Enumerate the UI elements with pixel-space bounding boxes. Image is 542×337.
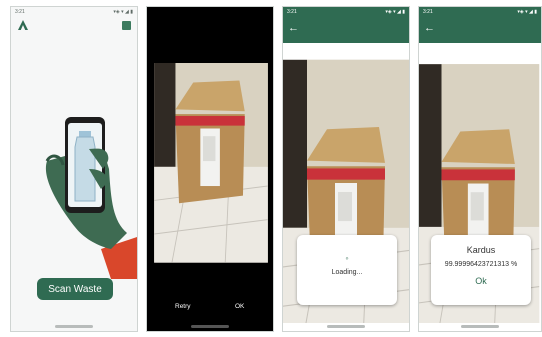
ok-button[interactable]: OK [235, 303, 244, 310]
status-bar: 3:21 ▾◈ ▾ ◢ ▮ [11, 7, 137, 17]
status-icons: ▾◈ ▾ ◢ ▮ [385, 9, 405, 15]
home-screen: 3:21 ▾◈ ▾ ◢ ▮ Scan Waste [10, 6, 138, 332]
status-bar: 3:21 ▾◈ ▾ ◢ ▮ [419, 7, 541, 17]
nav-bar [11, 321, 137, 331]
app-logo-icon [18, 20, 28, 30]
nav-bar [419, 321, 541, 331]
status-icons: ▾◈ ▾ ◢ ▮ [517, 9, 537, 15]
status-time: 3:21 [423, 9, 433, 15]
retry-button[interactable]: Retry [175, 303, 191, 310]
scan-waste-button[interactable]: Scan Waste [37, 278, 113, 300]
confidence-text: 99.99996423721313 % [444, 261, 518, 268]
status-time: 3:21 [287, 9, 297, 15]
nav-bar [283, 321, 409, 331]
status-time: 3:21 [15, 9, 25, 15]
loading-screen: 3:21 ▾◈ ▾ ◢ ▮ ← ◦ Loading... [282, 6, 410, 332]
back-arrow-icon[interactable]: ← [424, 22, 435, 34]
ok-button[interactable]: Ok [431, 276, 531, 286]
capture-preview-screen: Retry OK [146, 6, 274, 332]
loading-text: Loading... [331, 269, 363, 276]
nav-bar [147, 321, 273, 331]
status-bar: 3:21 ▾◈ ▾ ◢ ▮ [283, 7, 409, 17]
hand-phone-illustration [45, 117, 137, 279]
result-dialog: Kardus 99.99996423721313 % Ok [431, 235, 531, 305]
result-screen: 3:21 ▾◈ ▾ ◢ ▮ ← Kardus 99.99996423721313… [418, 6, 542, 332]
app-bar: ← [419, 17, 541, 43]
status-icons: ▾◈ ▾ ◢ ▮ [113, 9, 133, 15]
loading-dialog: ◦ Loading... [297, 235, 397, 305]
captured-photo [147, 63, 274, 285]
cardboard-box-photo [147, 63, 274, 285]
loading-spinner: ◦ [345, 253, 349, 263]
back-arrow-icon[interactable]: ← [288, 22, 299, 34]
app-bar: ← [283, 17, 409, 43]
result-label: Kardus [466, 245, 496, 255]
gallery-icon[interactable] [122, 21, 131, 30]
